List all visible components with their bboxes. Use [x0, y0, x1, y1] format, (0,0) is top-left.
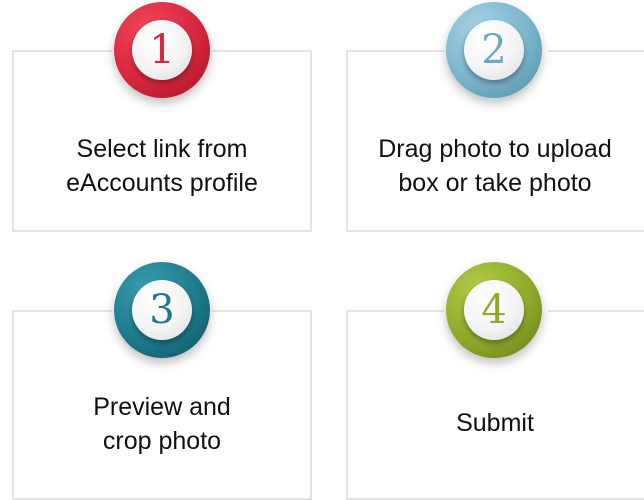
step-3-number: 3 [132, 280, 192, 340]
step-4-label-line-1: Submit [456, 409, 534, 437]
step-1-label-line-2: eAccounts profile [66, 169, 258, 197]
step-4-number: 4 [464, 280, 524, 340]
step-2-label: Drag photo to upload box or take photo [346, 132, 644, 200]
step-3-card: 3 Preview and crop photo [12, 262, 312, 500]
step-1-number: 1 [132, 20, 192, 80]
step-2-badge: 2 [446, 2, 542, 98]
step-4-label: Submit [346, 406, 644, 440]
step-3-label: Preview and crop photo [12, 390, 312, 458]
step-3-label-line-2: crop photo [102, 427, 222, 455]
step-2-number: 2 [464, 20, 524, 80]
step-2-card: 2 Drag photo to upload box or take photo [346, 2, 644, 232]
step-3-badge: 3 [114, 262, 210, 358]
step-4-badge: 4 [446, 262, 542, 358]
step-3-label-line-1: Preview and [93, 393, 231, 421]
step-1-label-line-1: Select link from [76, 135, 248, 163]
step-2-label-line-1: Drag photo to upload [378, 135, 612, 163]
step-4-card: 4 Submit [346, 262, 644, 500]
step-1-label: Select link from eAccounts profile [12, 132, 312, 200]
step-1-badge: 1 [114, 2, 210, 98]
step-2-label-line-2: box or take photo [398, 169, 592, 197]
step-1-card: 1 Select link from eAccounts profile [12, 2, 312, 232]
